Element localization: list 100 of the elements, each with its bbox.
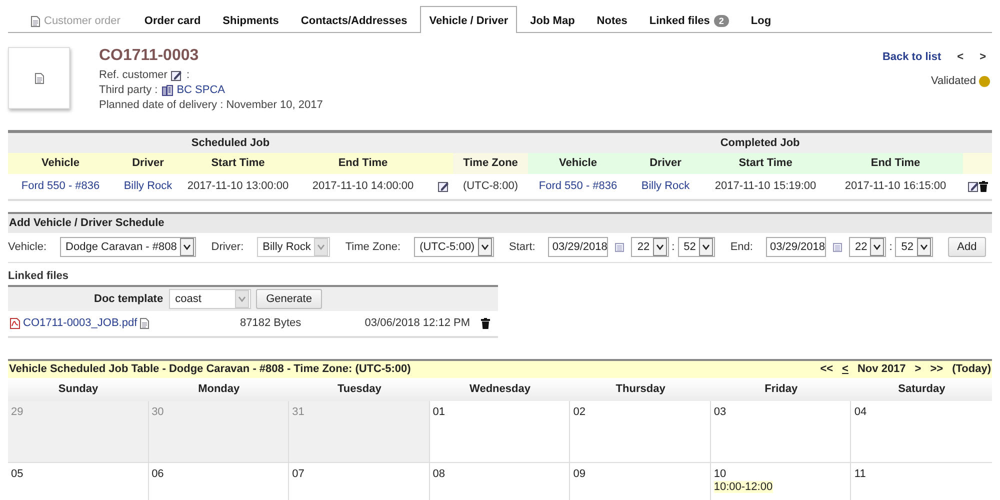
time-separator: : xyxy=(889,241,892,253)
dropdown[interactable]: 22 xyxy=(848,237,886,257)
column-header: Start Time xyxy=(183,152,293,174)
date-field[interactable]: 03/29/2018 xyxy=(548,237,608,257)
weekday-header: Friday xyxy=(710,378,852,400)
caret-icon xyxy=(698,238,713,256)
field-label: : xyxy=(186,69,190,81)
weekday-header: Saturday xyxy=(851,378,992,400)
time-separator: : xyxy=(672,241,675,253)
column-header: Start Time xyxy=(703,152,828,174)
tab[interactable]: Log xyxy=(742,7,780,33)
file-link[interactable]: CO1711-0003_JOB.pdf xyxy=(23,317,138,329)
tab[interactable]: Vehicle / Driver xyxy=(420,6,518,33)
group-header: Completed Job xyxy=(528,132,992,152)
caret-icon xyxy=(916,238,931,256)
driver-link[interactable]: Billy Rock xyxy=(124,180,172,192)
driver-link[interactable]: Billy Rock xyxy=(641,180,690,192)
next-link[interactable]: > xyxy=(980,51,986,63)
generate-button[interactable]: Generate xyxy=(256,288,322,308)
day-number: 31 xyxy=(292,406,304,418)
table-cell: (UTC-8:00) xyxy=(453,174,528,200)
pdf-icon xyxy=(10,318,20,328)
tab[interactable]: Linked files 2 xyxy=(640,7,738,33)
date-field[interactable]: 03/29/2018 xyxy=(766,237,826,257)
day-number: 06 xyxy=(152,468,164,480)
calendar-icon[interactable] xyxy=(615,242,624,252)
column-header: End Time xyxy=(828,152,964,174)
document-icon xyxy=(34,72,44,84)
column-header: Driver xyxy=(628,152,704,174)
day-number: 08 xyxy=(432,468,445,480)
section-title: Linked files xyxy=(8,268,70,284)
back-to-list-link[interactable]: Back to list xyxy=(882,51,942,63)
group-header: Scheduled Job xyxy=(8,132,454,152)
day-number: 07 xyxy=(292,468,304,480)
column-header: Vehicle xyxy=(528,152,628,174)
column-header: Time Zone xyxy=(453,152,528,174)
file-size: 87182 Bytes xyxy=(240,317,302,329)
dropdown[interactable]: 52 xyxy=(895,237,933,257)
calendar-icon[interactable] xyxy=(832,242,842,252)
count-badge: 2 xyxy=(714,15,729,27)
trash-icon[interactable] xyxy=(978,180,988,192)
previous-link[interactable]: < xyxy=(957,51,964,63)
column-header xyxy=(433,152,454,174)
weekday-header: Tuesday xyxy=(289,378,430,400)
caret-icon xyxy=(235,290,250,308)
dropdown[interactable]: Dodge Caravan - #808 xyxy=(60,237,196,257)
day-number: 30 xyxy=(152,406,164,418)
dropdown[interactable]: Billy Rock xyxy=(256,237,330,257)
dropdown[interactable]: 22 xyxy=(631,237,669,257)
column-header xyxy=(963,152,992,174)
vehicle-link[interactable]: Ford 550 - #836 xyxy=(538,180,618,192)
day-number: 09 xyxy=(573,468,586,480)
day-number: 03 xyxy=(714,406,726,418)
status-label: Validated xyxy=(930,75,976,87)
document-icon xyxy=(31,16,40,26)
tab[interactable]: Notes xyxy=(588,7,636,33)
calendar-nav-link[interactable]: > xyxy=(914,363,922,375)
table-cell: 2017-11-10 15:19:00 xyxy=(703,174,828,200)
column-header: Driver xyxy=(113,152,183,174)
calendar-nav-link[interactable]: Nov 2017 xyxy=(857,363,906,375)
day-number: 02 xyxy=(573,406,586,418)
field-label: Doc template xyxy=(94,292,164,304)
table-cell: 2017-11-10 13:00:00 xyxy=(183,174,293,200)
edit-icon[interactable] xyxy=(438,180,448,192)
dropdown[interactable]: 52 xyxy=(678,237,715,257)
dropdown[interactable]: coast xyxy=(169,288,252,308)
building-icon xyxy=(162,84,173,96)
file-date: 03/06/2018 12:12 PM xyxy=(364,317,470,329)
calendar-nav-link[interactable]: >> xyxy=(930,363,944,375)
calendar-nav-link[interactable]: < xyxy=(842,363,848,375)
weekday-header: Monday xyxy=(148,378,290,400)
day-number: 10 xyxy=(714,468,726,480)
tab[interactable]: Order card xyxy=(135,7,210,33)
calendar-title: Vehicle Scheduled Job Table - Dodge Caravan - #808 - Time Zone: (UTC-5:00) xyxy=(9,363,411,375)
tab[interactable]: Shipments xyxy=(214,7,288,33)
field-label: Vehicle: xyxy=(8,241,47,253)
vehicle-link[interactable]: Ford 550 - #836 xyxy=(21,180,100,192)
field-label: Third party : xyxy=(99,84,158,96)
dropdown[interactable]: (UTC-5:00) xyxy=(414,237,494,257)
weekday-header: Thursday xyxy=(570,378,711,400)
tab[interactable]: Contacts/Addresses xyxy=(292,7,416,33)
day-number: 29 xyxy=(11,406,24,418)
edit-icon[interactable] xyxy=(968,180,979,192)
day-number: 05 xyxy=(11,468,24,480)
order-ref: CO1711-0003 xyxy=(99,47,199,65)
document-icon[interactable] xyxy=(140,318,150,328)
section-title: Add Vehicle / Driver Schedule xyxy=(8,212,992,232)
third-party-link[interactable]: BC SPCA xyxy=(176,84,225,96)
table-cell: 2017-11-10 16:15:00 xyxy=(828,174,964,200)
tab[interactable]: Job Map xyxy=(521,7,584,33)
weekday-header: Sunday xyxy=(8,378,149,400)
edit-icon xyxy=(171,70,182,80)
add-button[interactable]: Add xyxy=(948,237,986,257)
day-number: 01 xyxy=(432,406,445,418)
calendar-nav-link[interactable]: (Today) xyxy=(952,363,991,375)
calendar-event[interactable]: 10:00-12:00 xyxy=(714,480,773,492)
field-label: Time Zone: xyxy=(345,241,401,253)
caret-icon xyxy=(652,238,667,256)
trash-icon[interactable] xyxy=(480,318,490,329)
calendar-nav-link[interactable]: << xyxy=(820,363,834,375)
